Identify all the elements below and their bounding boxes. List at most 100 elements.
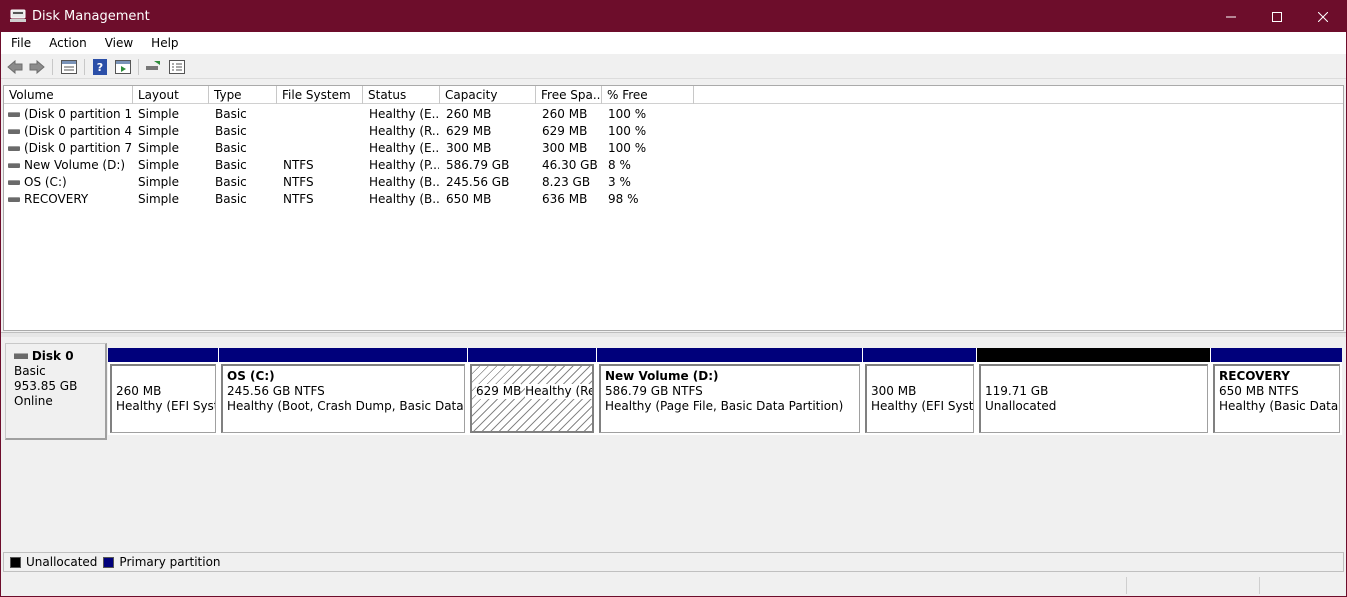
legend-unallocated-label: Unallocated [26, 555, 98, 569]
cell-layout: Simple [138, 158, 179, 172]
partition-size: 119.71 GB [985, 384, 1049, 398]
partition-size: 300 MB [871, 384, 917, 398]
cell-free-space: 46.30 GB [542, 158, 598, 172]
properties-sheet-icon [169, 60, 185, 74]
show-hide-action-pane-button[interactable] [114, 58, 132, 76]
partition-status: Healthy (Page File, Basic Data Partition… [605, 399, 844, 413]
help-button[interactable]: ? [91, 58, 109, 76]
partition-size: 245.56 GB NTFS [227, 384, 325, 398]
close-button[interactable] [1300, 1, 1346, 32]
table-row[interactable]: New Volume (D:) Simple Basic NTFS Health… [4, 157, 1343, 174]
disk-type: Basic [14, 364, 46, 378]
title-bar[interactable]: Disk Management [1, 1, 1346, 32]
partition-recovery[interactable]: RECOVERY 650 MB NTFS Healthy (Basic Data… [1211, 348, 1342, 435]
column-header-status[interactable]: Status [363, 86, 440, 104]
cell-type: Basic [215, 158, 247, 172]
column-header-capacity[interactable]: Capacity [440, 86, 536, 104]
disk-0-label[interactable]: Disk 0 Basic 953.85 GB Online [5, 343, 107, 440]
partition-bar [1211, 348, 1342, 362]
properties-button[interactable] [168, 58, 186, 76]
partition-bar [863, 348, 976, 362]
cell-capacity: 586.79 GB [446, 158, 510, 172]
cell-file-system: NTFS [283, 158, 314, 172]
partition-size: 586.79 GB NTFS [605, 384, 703, 398]
menu-file[interactable]: File [1, 33, 39, 53]
table-row[interactable]: (Disk 0 partition 7) Simple Basic Health… [4, 140, 1343, 157]
volume-list[interactable]: Volume Layout Type File System Status Ca… [3, 85, 1344, 331]
cell-file-system [283, 123, 361, 140]
menu-help[interactable]: Help [141, 33, 186, 53]
partition-efi-1[interactable]: 260 MB Healthy (EFI System Partition) [108, 348, 218, 435]
volume-icon [8, 146, 20, 151]
cell-file-system [283, 106, 361, 123]
cell-status: Healthy (B... [369, 192, 439, 206]
cell-file-system [283, 140, 361, 157]
action-pane-icon [115, 60, 131, 74]
partition-body: 119.71 GB Unallocated [979, 364, 1208, 433]
window-title: Disk Management [32, 9, 150, 24]
maximize-button[interactable] [1254, 1, 1300, 32]
partition-body: New Volume (D:) 586.79 GB NTFS Healthy (… [599, 364, 860, 433]
column-header-percent-free[interactable]: % Free [602, 86, 694, 104]
cell-type: Basic [215, 175, 247, 189]
partition-body: RECOVERY 650 MB NTFS Healthy (Basic Data… [1213, 364, 1340, 433]
column-header-type[interactable]: Type [209, 86, 277, 104]
cell-layout: Simple [138, 192, 179, 206]
help-icon: ? [93, 59, 107, 75]
disk-management-app-icon [10, 9, 26, 23]
menu-view[interactable]: View [95, 33, 141, 53]
menu-action[interactable]: Action [39, 33, 95, 53]
forward-button[interactable] [28, 58, 46, 76]
volume-icon [8, 112, 20, 117]
cell-percent-free: 100 % [608, 107, 647, 121]
partition-bar [468, 348, 596, 362]
back-button[interactable] [6, 58, 24, 76]
partition-status: Healthy (Boot, Crash Dump, Basic Data Pa… [227, 399, 464, 413]
partition-bar [108, 348, 218, 362]
cell-free-space: 636 MB [542, 192, 588, 206]
table-row[interactable]: (Disk 0 partition 4) Simple Basic Health… [4, 123, 1343, 140]
cell-volume: RECOVERY [24, 192, 89, 206]
partition-body: 300 MB Healthy (EFI System Partition) [865, 364, 974, 433]
table-row[interactable]: OS (C:) Simple Basic NTFS Healthy (B... … [4, 174, 1343, 191]
partition-efi-2[interactable]: 300 MB Healthy (EFI System Partition) [863, 348, 976, 435]
volume-icon [8, 180, 20, 185]
partition-bar [219, 348, 467, 362]
column-header-layout[interactable]: Layout [133, 86, 209, 104]
partition-bar-unallocated [977, 348, 1210, 362]
cell-percent-free: 3 % [608, 175, 631, 189]
cell-capacity: 300 MB [446, 141, 492, 155]
cell-status: Healthy (P... [369, 158, 439, 172]
cell-percent-free: 100 % [608, 141, 647, 155]
partition-recovery-629[interactable]: 629 MB Healthy (Recovery Partition) [468, 348, 596, 435]
cell-status: Healthy (E... [369, 107, 439, 121]
column-header-file-system[interactable]: File System [277, 86, 363, 104]
partition-status: Healthy (Recovery Partition) [525, 384, 592, 399]
cell-free-space: 629 MB [542, 124, 588, 138]
rescan-disks-button[interactable] [144, 58, 162, 76]
column-header-volume[interactable]: Volume [4, 86, 133, 104]
column-header-free-space[interactable]: Free Spa... [536, 86, 602, 104]
forward-arrow-icon [29, 60, 45, 74]
table-row[interactable]: (Disk 0 partition 1) Simple Basic Health… [4, 106, 1343, 123]
partition-size: 260 MB [116, 384, 162, 398]
volume-list-header: Volume Layout Type File System Status Ca… [4, 86, 1343, 104]
volume-icon [8, 129, 20, 134]
partition-bar [597, 348, 862, 362]
pane-splitter[interactable] [1, 332, 1346, 337]
maximize-icon [1272, 11, 1282, 22]
partition-status: Healthy (EFI System Partition) [871, 399, 974, 413]
partition-new-volume-d[interactable]: New Volume (D:) 586.79 GB NTFS Healthy (… [597, 348, 862, 435]
partition-body: 260 MB Healthy (EFI System Partition) [110, 364, 216, 433]
legend-unallocated-swatch [10, 556, 21, 568]
partition-unallocated[interactable]: 119.71 GB Unallocated [977, 348, 1210, 435]
cell-type: Basic [215, 192, 247, 206]
legend: Unallocated Primary partition [3, 552, 1344, 572]
console-tree-icon [61, 60, 77, 74]
minimize-button[interactable] [1208, 1, 1254, 32]
partition-os-c[interactable]: OS (C:) 245.56 GB NTFS Healthy (Boot, Cr… [219, 348, 467, 435]
cell-type: Basic [215, 141, 247, 155]
cell-percent-free: 100 % [608, 124, 647, 138]
table-row[interactable]: RECOVERY Simple Basic NTFS Healthy (B...… [4, 191, 1343, 208]
show-hide-console-tree-button[interactable] [60, 58, 78, 76]
